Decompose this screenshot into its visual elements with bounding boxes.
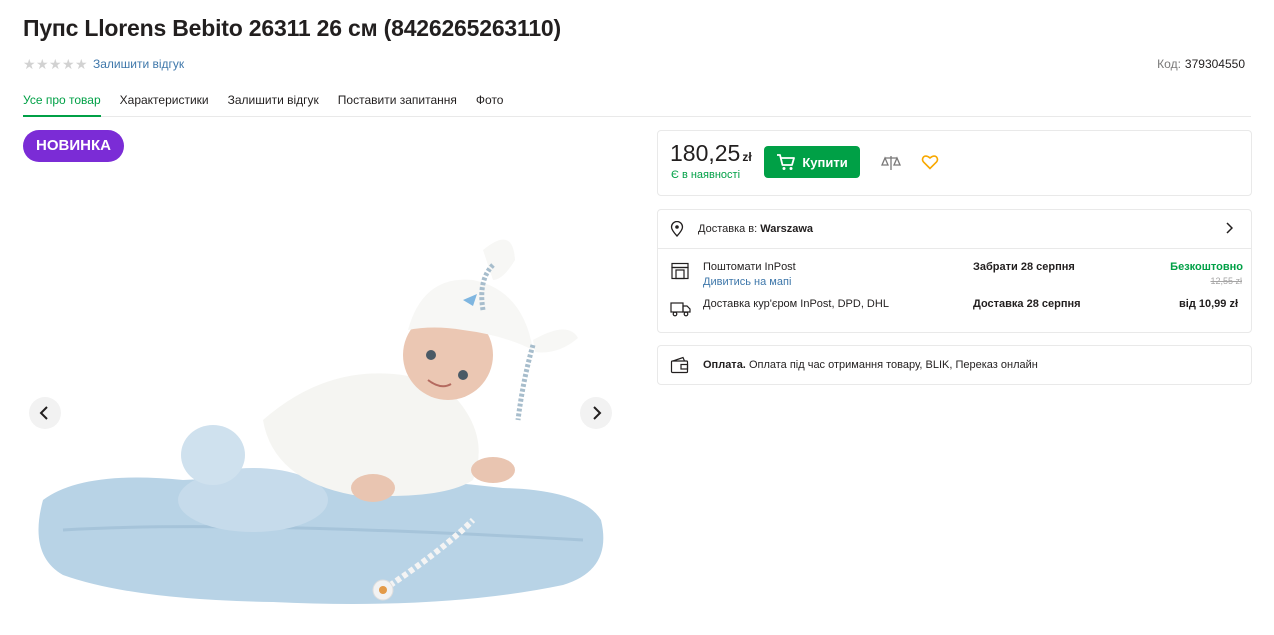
- new-badge: НОВИНКА: [23, 130, 124, 162]
- product-code: Код: 379304550: [1157, 57, 1245, 71]
- payment-info: Оплата. Оплата під час отримання товару,…: [657, 345, 1252, 385]
- star-icon: ★: [23, 55, 36, 72]
- price-value: 180,25: [670, 140, 741, 166]
- tab-ask-question[interactable]: Поставити запитання: [338, 93, 457, 117]
- heart-icon[interactable]: [921, 153, 939, 171]
- rating-stars: ★ ★ ★ ★ ★: [23, 55, 88, 72]
- price-currency: zł: [742, 150, 752, 164]
- delivery-option-date: Забрати 28 серпня: [973, 261, 1075, 273]
- delivery-option-price: Безкоштовно: [1170, 261, 1243, 273]
- buy-button[interactable]: Купити: [764, 146, 860, 178]
- delivery-option-name: Поштомати InPost: [703, 261, 796, 273]
- delivery-city: Warszawa: [760, 223, 814, 235]
- buy-card: 180,25 zł Є в наявності Купити: [657, 130, 1252, 196]
- delivery-option-old-price: 12,55 zł: [1210, 276, 1242, 286]
- star-icon: ★: [36, 55, 49, 72]
- chevron-right-icon: [1226, 222, 1233, 234]
- truck-icon: [670, 302, 691, 317]
- delivery-option-date: Доставка 28 серпня: [973, 298, 1081, 310]
- gallery-next-button[interactable]: [580, 397, 612, 429]
- product-code-value: 379304550: [1184, 57, 1245, 71]
- delivery-option-name: Доставка кур'єром InPost, DPD, DHL: [703, 298, 889, 310]
- leave-review-link[interactable]: Залишити відгук: [93, 57, 184, 71]
- chevron-left-icon: [39, 406, 48, 420]
- gallery-prev-button[interactable]: [29, 397, 61, 429]
- view-on-map-link[interactable]: Дивитись на мапі: [703, 276, 791, 288]
- product-image[interactable]: [23, 170, 623, 620]
- delivery-card: Доставка в: Warszawa Поштомати InPost Ди…: [657, 209, 1252, 333]
- delivery-prefix: Доставка в:: [698, 223, 758, 235]
- payment-text: Оплата. Оплата під час отримання товару,…: [703, 359, 1038, 371]
- rating-row: ★ ★ ★ ★ ★ Залишити відгук: [23, 56, 184, 72]
- wallet-icon: [670, 356, 689, 374]
- product-gallery: [23, 170, 623, 620]
- location-pin-icon: [670, 221, 684, 237]
- tab-characteristics[interactable]: Характеристики: [120, 93, 209, 117]
- product-tabs: Усе про товар Характеристики Залишити ві…: [23, 93, 1251, 117]
- payment-label: Оплата.: [703, 359, 746, 371]
- price: 180,25 zł: [670, 140, 752, 167]
- availability-status: Є в наявності: [671, 169, 741, 181]
- tab-photo[interactable]: Фото: [476, 93, 504, 117]
- product-title: Пупс Llorens Bebito 26311 26 см (8426265…: [23, 15, 561, 41]
- chevron-right-icon: [593, 406, 602, 420]
- star-icon: ★: [62, 55, 75, 72]
- delivery-location-selector[interactable]: Доставка в: Warszawa: [658, 210, 1251, 249]
- compare-icon[interactable]: [881, 153, 901, 173]
- tab-all-about-product[interactable]: Усе про товар: [23, 93, 101, 117]
- star-icon: ★: [49, 55, 62, 72]
- delivery-location-text: Доставка в: Warszawa: [698, 223, 813, 235]
- buy-button-label: Купити: [802, 154, 848, 170]
- delivery-option-price: від 10,99 zł: [1179, 298, 1238, 310]
- star-icon: ★: [75, 55, 88, 72]
- tab-leave-review[interactable]: Залишити відгук: [228, 93, 319, 117]
- cart-icon: [777, 154, 796, 170]
- payment-methods: Оплата під час отримання товару, BLIK, П…: [748, 359, 1038, 371]
- parcel-locker-icon: [671, 262, 689, 280]
- product-code-label: Код:: [1157, 57, 1181, 71]
